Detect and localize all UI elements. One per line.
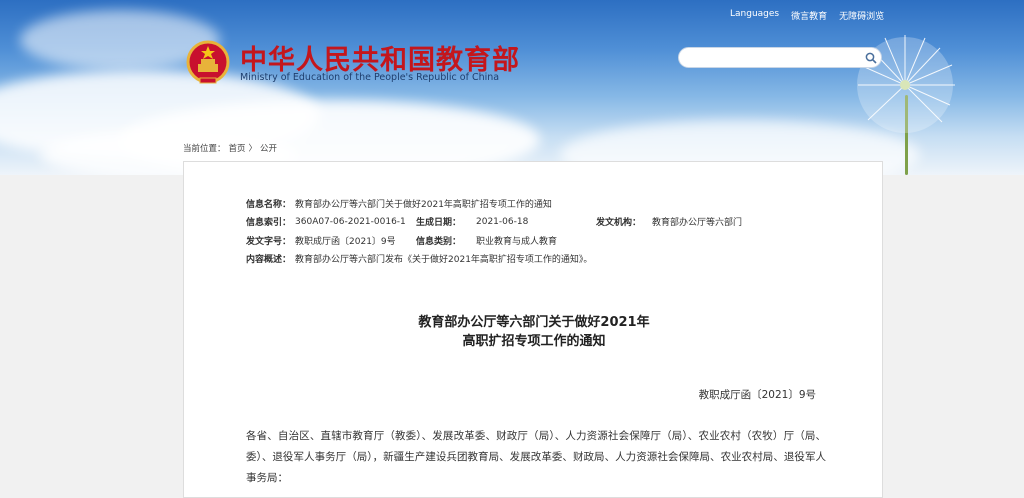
- document-title-line1: 教育部办公厅等六部门关于做好2021年: [418, 315, 650, 330]
- top-links: Languages 微言教育 无障碍浏览: [730, 9, 884, 22]
- summary-label: 内容概述：: [246, 255, 292, 266]
- org-label: 发文机构：: [596, 218, 642, 229]
- doc-number-label: 发文字号：: [246, 236, 292, 247]
- category-label: 信息类别：: [416, 236, 462, 247]
- accessibility-link[interactable]: 无障碍浏览: [839, 9, 884, 22]
- category-value: 职业教育与成人教育: [476, 236, 558, 247]
- document-title: 教育部办公厅等六部门关于做好2021年 高职扩招专项工作的通知: [184, 313, 884, 351]
- weiyan-link[interactable]: 微言教育: [791, 9, 827, 22]
- national-emblem-icon: [186, 40, 230, 84]
- search-input[interactable]: [679, 48, 861, 67]
- header-banner: Languages 微言教育 无障碍浏览 中华人民共和国教育部 Ministry…: [0, 0, 1024, 175]
- info-name-value: 教育部办公厅等六部门关于做好2021年高职扩招专项工作的通知: [295, 199, 552, 210]
- site-subtitle: Ministry of Education of the People's Re…: [240, 72, 500, 83]
- content-panel: 信息名称： 教育部办公厅等六部门关于做好2021年高职扩招专项工作的通知 信息索…: [183, 161, 883, 498]
- date-label: 生成日期：: [416, 218, 462, 229]
- info-metadata: 信息名称： 教育部办公厅等六部门关于做好2021年高职扩招专项工作的通知 信息索…: [246, 194, 846, 268]
- document-body: 各省、自治区、直辖市教育厅（教委）、发展改革委、财政厅（局）、人力资源社会保障厅…: [246, 430, 826, 484]
- document-number: 教职成厅函〔2021〕9号: [698, 389, 816, 401]
- info-name-label: 信息名称：: [246, 199, 292, 210]
- search-box: [678, 47, 882, 68]
- breadcrumb: 当前位置： 首页〉公开: [183, 142, 280, 154]
- languages-link[interactable]: Languages: [730, 9, 779, 22]
- breadcrumb-prefix: 当前位置：: [183, 144, 226, 154]
- breadcrumb-home[interactable]: 首页: [229, 144, 246, 154]
- date-value: 2021-06-18: [476, 216, 529, 227]
- breadcrumb-separator: 〉: [248, 144, 258, 154]
- doc-number-value: 教职成厅函〔2021〕9号: [295, 236, 396, 247]
- org-value: 教育部办公厅等六部门: [652, 218, 743, 229]
- breadcrumb-current[interactable]: 公开: [260, 144, 277, 154]
- summary-value: 教育部办公厅等六部门发布《关于做好2021年高职扩招专项工作的通知》。: [295, 255, 593, 266]
- search-icon[interactable]: [861, 48, 881, 68]
- info-index-label: 信息索引：: [246, 218, 292, 229]
- document-title-line2: 高职扩招专项工作的通知: [462, 334, 606, 349]
- info-index-value: 360A07-06-2021-0016-1: [295, 216, 406, 227]
